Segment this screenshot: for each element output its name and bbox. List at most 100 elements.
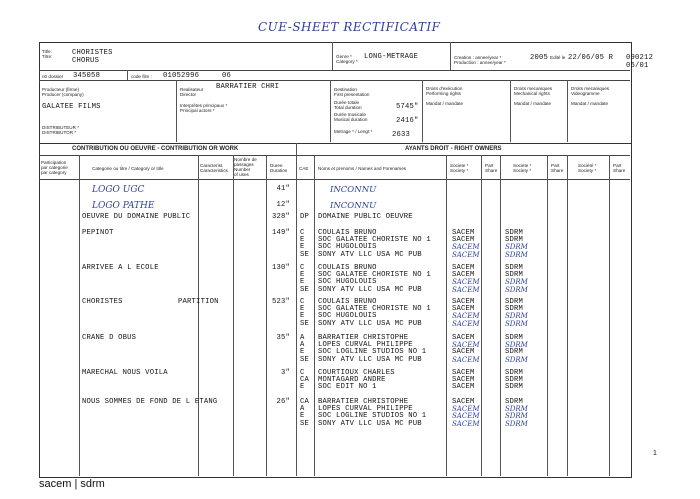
page-ref: 05/01: [626, 62, 649, 70]
droits-video-value: Mandat / mandate: [571, 101, 609, 106]
realisateur-label: Realisateur Director: [180, 87, 204, 97]
col-categorie: Categorie ou titre / Category or title: [92, 166, 164, 171]
row-name: INCONNU: [330, 201, 377, 211]
work-duration: 130": [271, 264, 290, 272]
title-label: Title: Titre:: [42, 49, 53, 59]
row-society-1: SACEM: [452, 285, 480, 294]
col-cae: CAE: [299, 166, 309, 171]
work-title: MARECHAL NOUS VOILA: [82, 369, 168, 377]
ayants-header: AYANTS DROIT - RIGHT OWNERS: [405, 146, 502, 152]
row-society-1: SACEM: [452, 319, 480, 328]
work-title-extra: PARTITION: [178, 298, 219, 306]
row-society-1: SACEM: [452, 250, 480, 259]
work-duration: 523": [271, 298, 290, 306]
droits-video-label: Droits mecaniques Videogramme: [571, 86, 610, 96]
col-societe-2: Societe * Society *: [513, 163, 532, 173]
col-societe-3: Société * Society *: [578, 163, 597, 173]
producteur-label: Producteur (firme) Producer (company): [42, 87, 84, 97]
code-film-value: 01052996: [163, 72, 200, 80]
duree-musicale-value: 2416": [396, 117, 419, 125]
interpretes-label: Interprètes principaux * Principal actor…: [180, 103, 228, 113]
handwritten-title: CUE-SHEET RECTIFICATIF: [258, 20, 441, 34]
edite-label: Edité le: [550, 55, 566, 60]
col-noms: Noms et prenoms / Names and Forenames: [318, 166, 407, 171]
row-name: SONY ATV LLC USA MC PUB: [318, 250, 422, 259]
col-societe-1: Societe * Society *: [450, 163, 469, 173]
document-number: 090212: [626, 54, 654, 62]
row-society-2: SDRM: [505, 250, 528, 259]
row-cae: SE: [300, 355, 310, 364]
col-nombre: Nombre de passages Number of uses: [234, 157, 257, 177]
row-name: SOC EDIT NO 1: [318, 383, 377, 392]
work-title: LOGO UGC: [92, 185, 145, 195]
col-part-2: Part Share: [551, 163, 564, 173]
row-society-2: SDRM: [505, 285, 528, 294]
work-title: PEPINOT: [82, 229, 114, 237]
duree-totale-value: 5745": [396, 103, 419, 111]
duree-musicale-label: Durée musicale Musical duration: [334, 112, 368, 122]
code-film-suffix: 06: [222, 72, 232, 80]
row-cae: SE: [300, 419, 310, 428]
row-society-2: SDRM: [505, 419, 528, 428]
row-society-2: SDRM: [505, 355, 528, 364]
col-caracterist: Caracterist. Caracteristics: [200, 163, 228, 173]
droits-exec-label: Droits d'exécution Performing rights: [426, 86, 463, 96]
work-duration: 12": [276, 201, 290, 209]
row-name: SONY ATV LLC USA MC PUB: [318, 355, 422, 364]
row-cae: SE: [300, 250, 310, 259]
distributeur-label: DISTRIBUTEUR * DISTRIBUTOR *: [42, 125, 80, 135]
row-society-1: SACEM: [452, 355, 480, 364]
row-society-2: SDRM: [505, 319, 528, 328]
metrage-label: Metrage * / Lengt *: [334, 129, 373, 134]
droits-meca-value: Mandat / mandate: [514, 101, 552, 106]
contribution-header: CONTRIBUTION OU OEUVRE - CONTRIBUTION OR…: [72, 146, 239, 152]
title-value-2: CHORUS: [72, 57, 100, 65]
row-name: INCONNU: [330, 185, 377, 195]
dossier-value: 345058: [73, 72, 101, 80]
genre-label: Genre * Category *: [336, 54, 358, 64]
realisateur-value: BARRATIER CHRI: [216, 83, 280, 91]
row-cae: SE: [300, 319, 310, 328]
footer-logo: sacem | sdrm: [39, 478, 105, 490]
work-title: CHORISTES: [82, 298, 123, 306]
row-name: DOMAINE PUBLIC OEUVRE: [318, 213, 413, 221]
work-duration: 328": [271, 213, 290, 221]
dossier-label: n0 dossier: [42, 74, 64, 79]
droits-exec-value: Mandat / mandate: [426, 101, 464, 106]
duree-totale-label: Durée totale Total duration: [334, 100, 362, 110]
creation-label: Creation : annee/year * Production : ann…: [454, 55, 506, 65]
work-title: OEUVRE DU DOMAINE PUBLIC: [82, 213, 191, 221]
genre-value: LONG-METRAGE: [364, 53, 419, 61]
code-film-label: code film :: [131, 74, 152, 79]
row-society-1: SACEM: [452, 383, 475, 392]
row-cae: SE: [300, 285, 310, 294]
title-value: CHORISTES: [72, 49, 113, 57]
work-title: ARRIVEE A L ECOLE: [82, 264, 159, 272]
work-duration: 35": [276, 334, 290, 342]
work-title: NOUS SOMMES DE FOND DE L ETANG: [82, 398, 218, 406]
work-duration: 26": [276, 398, 290, 406]
work-title: LOGO PATHE: [92, 201, 155, 211]
row-name: SONY ATV LLC USA MC PUB: [318, 319, 422, 328]
metrage-value: 2633: [392, 131, 411, 139]
producteur-value: GALATEE FILMS: [42, 103, 101, 111]
row-name: SONY ATV LLC USA MC PUB: [318, 419, 422, 428]
row-society-1: SACEM: [452, 419, 480, 428]
col-part-3: Part Share: [613, 163, 626, 173]
edite-value: 22/06/05 R: [568, 54, 614, 62]
row-cae: DP: [300, 213, 310, 221]
row-cae: E: [300, 383, 305, 392]
col-duree: Duree Duration: [270, 163, 288, 173]
destination-label: Destination First presentation: [334, 87, 370, 97]
row-name: SONY ATV LLC USA MC PUB: [318, 285, 422, 294]
work-duration: 41": [276, 185, 290, 193]
col-participation: Participation par categorie par category: [41, 160, 68, 175]
page-number: 1: [653, 450, 657, 457]
work-title: CRANE D OBUS: [82, 334, 137, 342]
droits-meca-label: Droits mecaniques Mechanical rights: [514, 86, 553, 96]
creation-value: 2005: [530, 54, 549, 62]
row-society-2: SDRM: [505, 383, 524, 392]
work-duration: 3": [280, 369, 290, 377]
work-duration: 149": [271, 229, 290, 237]
col-part-1: Part Share: [485, 163, 498, 173]
